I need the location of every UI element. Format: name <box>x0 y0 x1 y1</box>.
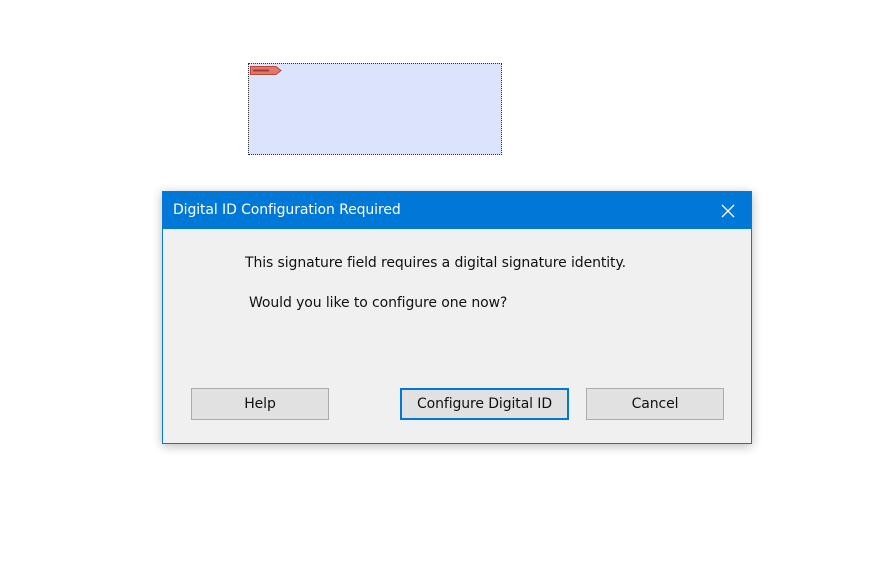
signature-field[interactable] <box>248 63 502 155</box>
dialog-title: Digital ID Configuration Required <box>173 202 401 218</box>
close-icon <box>721 204 735 218</box>
cancel-button[interactable]: Cancel <box>586 388 724 420</box>
close-button[interactable] <box>705 192 751 229</box>
dialog-message: This signature field requires a digital … <box>245 255 626 271</box>
dialog-titlebar[interactable]: Digital ID Configuration Required <box>163 192 751 229</box>
document-page: Digital ID Configuration Required This s… <box>0 0 878 576</box>
help-button[interactable]: Help <box>191 388 329 420</box>
signature-flag-icon <box>250 66 282 75</box>
digital-id-dialog: Digital ID Configuration Required This s… <box>162 191 752 444</box>
configure-digital-id-button[interactable]: Configure Digital ID <box>400 388 569 420</box>
dialog-question: Would you like to configure one now? <box>249 295 508 311</box>
